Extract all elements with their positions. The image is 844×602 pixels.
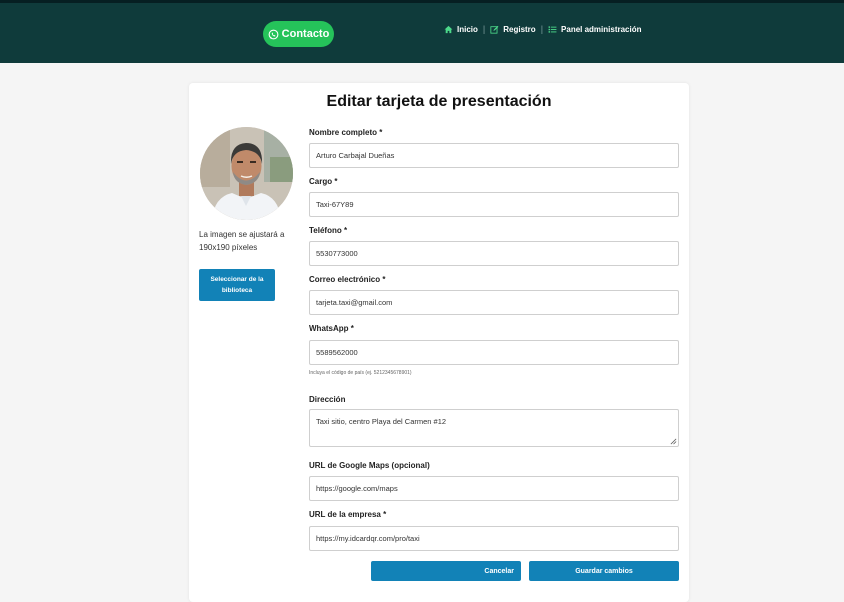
position-value: Taxi-67Y89 [316,200,354,209]
nav-label-inicio: Inicio [457,24,478,34]
phone-input[interactable]: 5530773000 [309,241,679,266]
name-label: Nombre completo * [309,128,383,137]
contact-label: Contacto [281,28,330,40]
nav-item-inicio[interactable]: Inicio [444,25,478,34]
nav-label-registro: Registro [503,24,536,34]
email-label: Correo electrónico * [309,275,386,284]
email-input[interactable]: tarjeta.taxi@gmail.com [309,290,679,315]
edit-icon [490,25,499,34]
whatsapp-hint: Incluya el código de país (ej. 521234567… [309,370,412,376]
position-label: Cargo * [309,177,338,186]
whatsapp-input[interactable]: 5589562000 [309,340,679,365]
save-changes-button[interactable]: Guardar cambios [529,561,679,581]
page-title: Editar tarjeta de presentación [326,93,552,110]
select-from-library-button[interactable]: Seleccionar de la biblioteca [199,269,275,301]
phone-value: 5530773000 [316,249,358,258]
profile-photo [200,127,293,220]
address-textarea[interactable]: Taxi sitio, centro Playa del Carmen #12 [309,409,679,447]
maps-value: https://google.com/maps [316,484,398,493]
list-icon [548,25,557,33]
whatsapp-label: WhatsApp * [309,324,354,333]
main-nav: Inicio | Registro | Panel administración [444,21,642,37]
company-input[interactable]: https://my.idcardqr.com/pro/taxi [309,526,679,551]
email-value: tarjeta.taxi@gmail.com [316,298,393,307]
maps-label: URL de Google Maps (opcional) [309,461,430,470]
maps-input[interactable]: https://google.com/maps [309,476,679,501]
cancel-button[interactable]: Cancelar [371,561,521,581]
top-navbar: Contacto Inicio | Registro | Panel admin… [0,0,844,63]
image-size-note: La imagen se ajustará a 190x190 píxeles [199,230,285,252]
edit-card-panel: Editar tarjeta de presentación La imagen… [189,83,689,602]
nav-label-panel: Panel administración [561,24,642,34]
name-input[interactable]: Arturo Carbajal Dueñas [309,143,679,168]
nav-separator: | [540,24,544,34]
nav-item-panel[interactable]: Panel administración [548,24,642,34]
nav-separator: | [482,24,486,34]
address-value: Taxi sitio, centro Playa del Carmen #12 [316,417,447,426]
whatsapp-icon [268,29,279,39]
name-value: Arturo Carbajal Dueñas [316,151,395,160]
whatsapp-value: 5589562000 [316,348,358,357]
company-value: https://my.idcardqr.com/pro/taxi [316,534,420,543]
contact-button[interactable]: Contacto [263,21,334,47]
profile-photo-image [200,127,293,220]
home-icon [444,25,453,33]
nav-item-registro[interactable]: Registro [490,24,536,34]
phone-label: Teléfono * [309,226,348,235]
company-label: URL de la empresa * [309,510,387,519]
address-label: Dirección [309,395,346,404]
position-input[interactable]: Taxi-67Y89 [309,192,679,217]
resize-grip-icon[interactable] [670,438,677,445]
